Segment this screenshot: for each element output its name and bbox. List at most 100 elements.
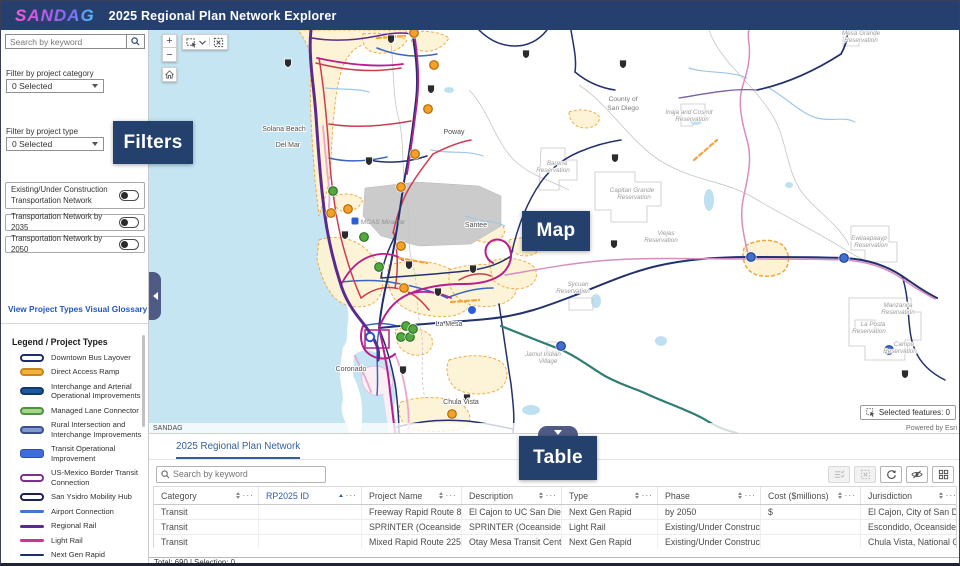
home-button[interactable] xyxy=(162,67,177,82)
legend-item-label: Next Gen Rapid xyxy=(51,550,143,559)
column-header-label: Category xyxy=(161,491,233,501)
tab-regional-plan-network[interactable]: 2025 Regional Plan Network xyxy=(176,441,300,459)
table-row[interactable]: TransitMixed Rapid Route 225Otay Mesa Tr… xyxy=(154,535,956,548)
zoom-in-button[interactable]: + xyxy=(162,34,177,48)
legend-item: Light Rail xyxy=(19,536,148,545)
filters-callout: Filters xyxy=(113,121,193,164)
column-menu-icon[interactable]: ··· xyxy=(346,491,358,500)
column-header[interactable]: Category ··· xyxy=(154,487,259,504)
project-marker-orange[interactable] xyxy=(429,60,440,71)
project-marker-blue_square[interactable] xyxy=(351,217,359,225)
project-marker-blue[interactable] xyxy=(839,253,850,264)
legend-scrollbar[interactable] xyxy=(142,335,145,427)
sort-icon[interactable] xyxy=(339,494,343,497)
table-cell: Transit xyxy=(154,535,259,548)
column-header[interactable]: Project Name··· xyxy=(362,487,462,504)
project-marker-orange[interactable] xyxy=(396,241,407,252)
map-shape xyxy=(575,72,615,90)
sort-icon[interactable] xyxy=(439,492,443,499)
table-search-input[interactable] xyxy=(173,469,321,479)
map-shape xyxy=(327,209,336,218)
map-shape xyxy=(424,105,433,114)
map-label: La Posta xyxy=(861,321,886,328)
column-menu-icon[interactable]: ··· xyxy=(243,491,255,500)
column-menu-icon[interactable]: ··· xyxy=(546,491,558,500)
project-marker-blue[interactable] xyxy=(746,252,757,263)
legend-item: Next Gen Rapid xyxy=(19,550,148,559)
interstate-shield-icon xyxy=(464,394,471,403)
project-marker-orange[interactable] xyxy=(326,208,337,219)
project-marker-orange[interactable] xyxy=(423,104,434,115)
project-marker-blue_small[interactable] xyxy=(468,306,477,315)
column-menu-icon[interactable]: ··· xyxy=(446,491,458,500)
column-menu-icon[interactable]: ··· xyxy=(745,491,757,500)
network-toggle[interactable] xyxy=(119,239,139,250)
interstate-shield-icon xyxy=(342,231,349,240)
project-marker-orange[interactable] xyxy=(399,283,410,294)
divider xyxy=(209,37,210,47)
map-label: Village xyxy=(539,358,558,365)
zoom-out-button[interactable]: − xyxy=(162,48,177,62)
show-selection-button xyxy=(828,466,850,483)
project-marker-green[interactable] xyxy=(408,324,419,335)
project-marker-orange[interactable] xyxy=(410,149,421,160)
project-marker-green[interactable] xyxy=(328,186,339,197)
sort-icon[interactable] xyxy=(838,492,842,499)
map-shape xyxy=(447,356,507,394)
map-shape xyxy=(469,90,569,190)
column-header-label: RP2025 ID xyxy=(266,491,336,501)
network-toggle[interactable] xyxy=(119,190,139,201)
table-cell: Existing/Under Construction xyxy=(658,520,761,534)
sort-icon[interactable] xyxy=(939,492,943,499)
project-marker-blue[interactable] xyxy=(556,341,567,352)
column-menu-icon[interactable]: ··· xyxy=(845,491,857,500)
legend-swatch-icon xyxy=(19,387,45,395)
glossary-link[interactable]: View Project Types Visual Glossary xyxy=(8,304,147,314)
project-marker-blue[interactable] xyxy=(884,345,895,356)
attribution-sandag: SANDAG xyxy=(153,425,183,432)
map-shape xyxy=(410,30,419,37)
sidebar-search-input[interactable] xyxy=(6,35,126,48)
column-menu-icon[interactable]: ··· xyxy=(946,491,958,500)
project-marker-green[interactable] xyxy=(374,262,385,273)
project-marker-orange[interactable] xyxy=(396,182,407,193)
column-header[interactable]: Cost ($millions)··· xyxy=(761,487,861,504)
table-status-text: Total: 690 | Selection: 0 xyxy=(154,558,235,566)
project-marker-orange[interactable] xyxy=(447,409,458,420)
table-cell: Freeway Rapid Route 880 xyxy=(362,505,462,519)
map-label: Inaja and Cosmit xyxy=(665,109,713,116)
column-header-label: Phase xyxy=(665,491,735,501)
select-tool-dropdown-icon[interactable] xyxy=(199,40,206,45)
filter-category-dropdown[interactable]: 0 Selected xyxy=(6,79,104,93)
project-marker-white_ring[interactable] xyxy=(366,333,374,341)
filter-type-dropdown[interactable]: 0 Selected xyxy=(6,137,104,151)
sidebar-collapse-handle[interactable] xyxy=(149,272,161,320)
column-header[interactable]: RP2025 ID ··· xyxy=(259,487,362,504)
table-row[interactable]: TransitFreeway Rapid Route 880El Cajon t… xyxy=(154,505,956,520)
table-header-row: Category···RP2025 ID···Project Name···De… xyxy=(154,487,956,505)
map-shape xyxy=(569,298,593,310)
show-hide-columns-button[interactable] xyxy=(906,466,928,483)
column-header[interactable]: Type··· xyxy=(562,487,658,504)
search-icon[interactable] xyxy=(126,35,144,48)
table-row[interactable]: TransitSPRINTER (Oceanside to E...SPRINT… xyxy=(154,520,956,535)
network-toggle[interactable] xyxy=(119,217,139,228)
column-header[interactable]: Jurisdiction··· xyxy=(861,487,957,504)
sort-icon[interactable] xyxy=(738,492,742,499)
clear-selection-icon[interactable] xyxy=(213,37,224,48)
column-menu-icon[interactable]: ··· xyxy=(642,491,654,500)
project-marker-orange[interactable] xyxy=(343,204,354,215)
sort-icon[interactable] xyxy=(539,492,543,499)
sort-icon[interactable] xyxy=(635,492,639,499)
refresh-button[interactable] xyxy=(880,466,902,483)
map-shape xyxy=(329,157,387,161)
map-shape xyxy=(785,182,793,188)
sort-icon[interactable] xyxy=(236,492,240,499)
column-header[interactable]: Description··· xyxy=(462,487,562,504)
column-header[interactable]: Phase ··· xyxy=(658,487,761,504)
table-options-button[interactable] xyxy=(932,466,954,483)
map-shape xyxy=(655,336,667,346)
select-tool-icon[interactable] xyxy=(186,37,197,48)
project-marker-green[interactable] xyxy=(359,232,370,243)
map-shape xyxy=(444,87,454,93)
